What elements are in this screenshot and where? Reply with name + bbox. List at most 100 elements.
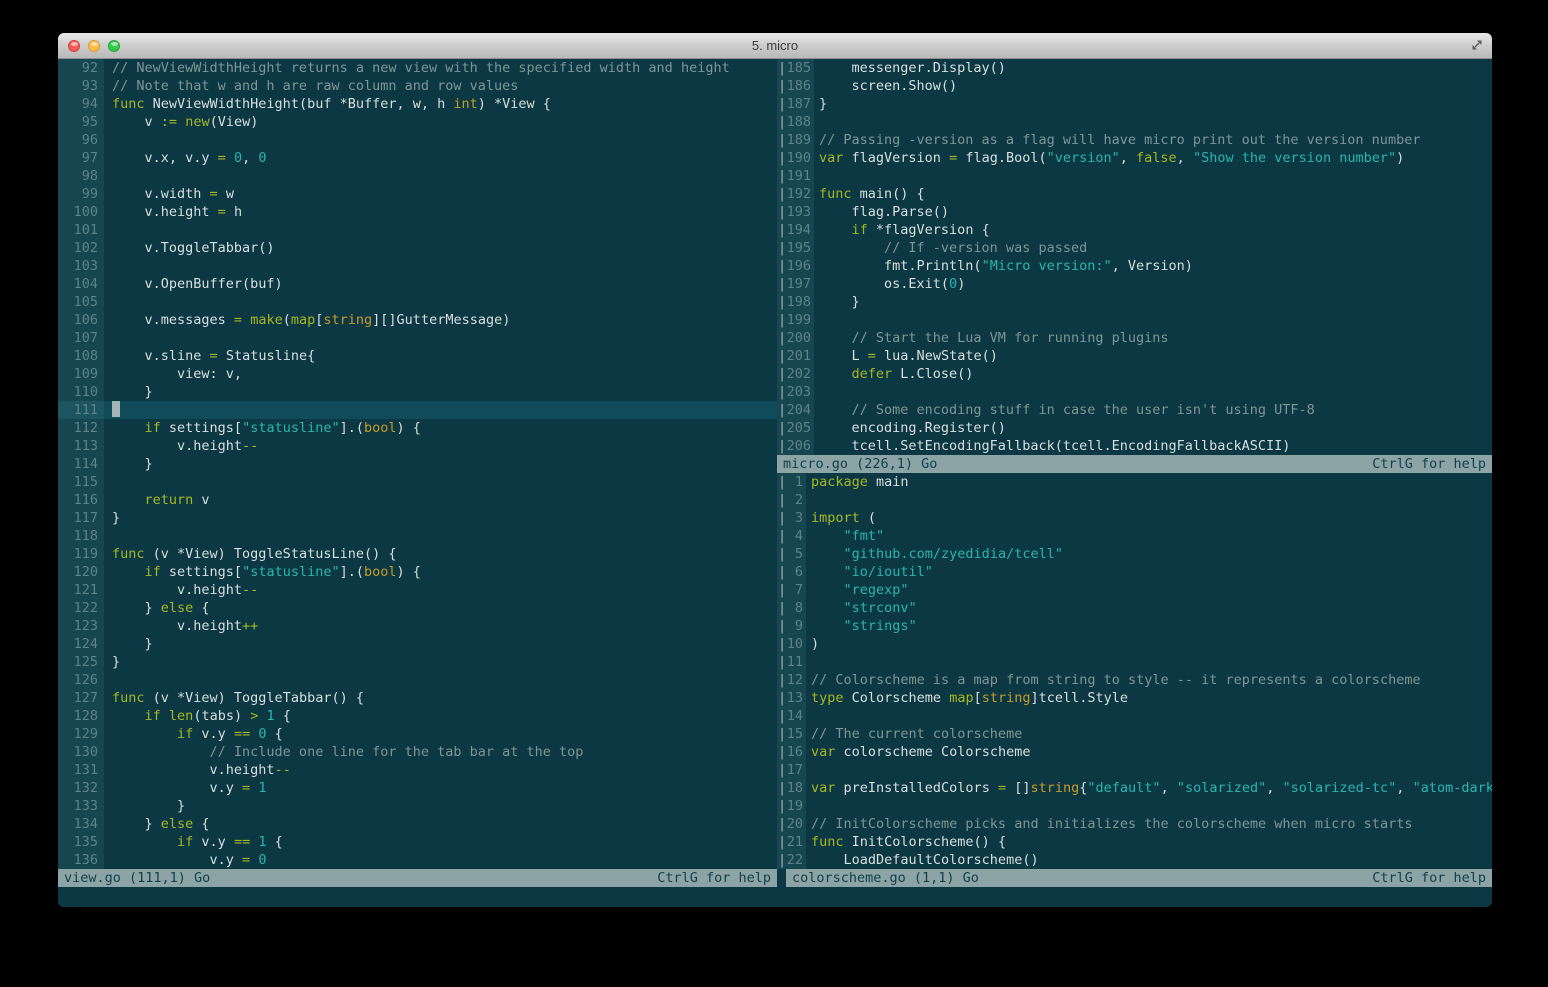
code-line[interactable]: 134 } else { (58, 815, 777, 833)
editor-pane-colorscheme-go[interactable]: | 1 package main | 2 | 3 import (| 4 "fmt" | 5 "gi… (777, 473, 1492, 869)
code-line[interactable]: | 206 tcell.SetEncodingFallback(tcell.Enc… (777, 437, 1492, 455)
code-line[interactable]: | 188 (777, 113, 1492, 131)
code-line[interactable]: 122 } else { (58, 599, 777, 617)
code-line[interactable]: 130 // Include one line for the tab bar … (58, 743, 777, 761)
code-line[interactable]: 128 if len(tabs) > 1 { (58, 707, 777, 725)
code-line[interactable]: | 2 (777, 491, 1492, 509)
code-line[interactable]: 93 // Note that w and h are raw column an… (58, 77, 777, 95)
code-line[interactable]: 96 (58, 131, 777, 149)
code-line[interactable]: | 3 import ( (777, 509, 1492, 527)
code-line[interactable]: 101 (58, 221, 777, 239)
code-line[interactable]: 112 if settings["statusline"].(bool) { (58, 419, 777, 437)
code-line[interactable]: | 193 flag.Parse() (777, 203, 1492, 221)
code-line[interactable]: | 6 "io/ioutil" (777, 563, 1492, 581)
code-line[interactable]: | 187} (777, 95, 1492, 113)
code-line[interactable]: | 189 // Passing -version as a flag will h… (777, 131, 1492, 149)
editor-pane-view-go[interactable]: 92 // NewViewWidthHeight returns a new vi… (58, 59, 777, 869)
code-line[interactable]: 92 // NewViewWidthHeight returns a new vi… (58, 59, 777, 77)
code-line[interactable]: | 11 (777, 653, 1492, 671)
code-line[interactable]: 110 } (58, 383, 777, 401)
code-line[interactable]: | 186 screen.Show() (777, 77, 1492, 95)
code-line[interactable]: | 12 // Colorscheme is a map from string t… (777, 671, 1492, 689)
code-line[interactable]: | 22 LoadDefaultColorscheme() (777, 851, 1492, 869)
code-line[interactable]: 116 return v (58, 491, 777, 509)
code-line[interactable]: | 5 "github.com/zyedidia/tcell" (777, 545, 1492, 563)
code-line[interactable]: | 204 // Some encoding stuff in case the … (777, 401, 1492, 419)
code-line[interactable]: 126 (58, 671, 777, 689)
code-line[interactable]: | 15 // The current colorscheme (777, 725, 1492, 743)
code-line[interactable]: 107 (58, 329, 777, 347)
code-line[interactable]: 121 v.height-- (58, 581, 777, 599)
code-line[interactable]: 132 v.y = 1 (58, 779, 777, 797)
code-line[interactable]: 109 view: v, (58, 365, 777, 383)
code-line[interactable]: 115 (58, 473, 777, 491)
code-line[interactable]: | 198 } (777, 293, 1492, 311)
code-line[interactable]: | 8 "strconv" (777, 599, 1492, 617)
code-line[interactable]: 123 v.height++ (58, 617, 777, 635)
code-line[interactable]: 136 v.y = 0 (58, 851, 777, 869)
code-line[interactable]: 103 (58, 257, 777, 275)
code-line[interactable]: | 16 var colorscheme Colorscheme (777, 743, 1492, 761)
fullscreen-icon[interactable] (1470, 38, 1484, 57)
code-line[interactable]: | 4 "fmt" (777, 527, 1492, 545)
line-number: 199 (786, 311, 814, 329)
code-line[interactable]: | 191 (777, 167, 1492, 185)
code-line[interactable]: 113 v.height-- (58, 437, 777, 455)
code-line[interactable]: | 200 // Start the Lua VM for running plu… (777, 329, 1492, 347)
code-line[interactable]: | 205 encoding.Register() (777, 419, 1492, 437)
code-line[interactable]: | 194 if *flagVersion { (777, 221, 1492, 239)
code-line[interactable]: 99 v.width = w (58, 185, 777, 203)
code-line[interactable]: | 203 (777, 383, 1492, 401)
code-text: messenger.Display() (819, 60, 1006, 76)
code-line[interactable]: | 21 func InitColorscheme() { (777, 833, 1492, 851)
code-line[interactable]: | 202 defer L.Close() (777, 365, 1492, 383)
code-line[interactable]: 131 v.height-- (58, 761, 777, 779)
code-line[interactable]: 102 v.ToggleTabbar() (58, 239, 777, 257)
code-line[interactable]: | 20 // InitColorscheme picks and initiali… (777, 815, 1492, 833)
code-line[interactable]: 95 v := new(View) (58, 113, 777, 131)
code-line[interactable]: 108 v.sline = Statusline{ (58, 347, 777, 365)
code-line[interactable]: 105 (58, 293, 777, 311)
code-line[interactable]: 94 func NewViewWidthHeight(buf *Buffer, w… (58, 95, 777, 113)
code-line[interactable]: 117} (58, 509, 777, 527)
code-line[interactable]: 120 if settings["statusline"].(bool) { (58, 563, 777, 581)
code-line[interactable]: 100 v.height = h (58, 203, 777, 221)
code-line[interactable]: | 14 (777, 707, 1492, 725)
code-line[interactable]: | 196 fmt.Println("Micro version:", Versi… (777, 257, 1492, 275)
statusbar-help: CtrlG for help (1372, 456, 1486, 472)
code-line[interactable]: 111 (58, 401, 777, 419)
code-line[interactable]: | 7 "regexp" (777, 581, 1492, 599)
code-line[interactable]: | 19 (777, 797, 1492, 815)
code-line[interactable]: 114 } (58, 455, 777, 473)
code-line[interactable]: 127 func (v *View) ToggleTabbar() { (58, 689, 777, 707)
code-line[interactable]: | 18 var preInstalledColors = []string{"de… (777, 779, 1492, 797)
editor-pane-micro-go[interactable]: | 185 messenger.Display() | 186 screen.Show… (777, 59, 1492, 455)
code-line[interactable]: | 10) (777, 635, 1492, 653)
code-line[interactable]: 118 (58, 527, 777, 545)
code-line[interactable]: 129 if v.y == 0 { (58, 725, 777, 743)
code-line[interactable]: | 9 "strings" (777, 617, 1492, 635)
code-line[interactable]: 133 } (58, 797, 777, 815)
code-line[interactable]: | 195 // If -version was passed (777, 239, 1492, 257)
code-line[interactable]: | 199 (777, 311, 1492, 329)
code-line[interactable]: 97 v.x, v.y = 0, 0 (58, 149, 777, 167)
code-line[interactable]: 106 v.messages = make(map[string][]Gutte… (58, 311, 777, 329)
code-line[interactable]: | 13 type Colorscheme map[string]tcell.Sty… (777, 689, 1492, 707)
window-titlebar[interactable]: 5. micro (58, 33, 1492, 59)
code-line[interactable]: | 17 (777, 761, 1492, 779)
code-line[interactable]: | 190 var flagVersion = flag.Bool("version… (777, 149, 1492, 167)
code-text: if *flagVersion { (851, 222, 990, 238)
code-line[interactable]: 135 if v.y == 1 { (58, 833, 777, 851)
code-line[interactable]: | 185 messenger.Display() (777, 59, 1492, 77)
code-line[interactable]: | 192 func main() { (777, 185, 1492, 203)
line-number: 116 (58, 491, 104, 509)
code-line[interactable]: 98 (58, 167, 777, 185)
code-line[interactable]: 124 } (58, 635, 777, 653)
code-line[interactable]: | 201 L = lua.NewState() (777, 347, 1492, 365)
code-line[interactable]: | 1 package main (777, 473, 1492, 491)
code-line[interactable]: 104 v.OpenBuffer(buf) (58, 275, 777, 293)
code-line[interactable]: 125} (58, 653, 777, 671)
code-line[interactable]: 119 func (v *View) ToggleStatusLine() { (58, 545, 777, 563)
code-line[interactable]: | 197 os.Exit(0) (777, 275, 1492, 293)
